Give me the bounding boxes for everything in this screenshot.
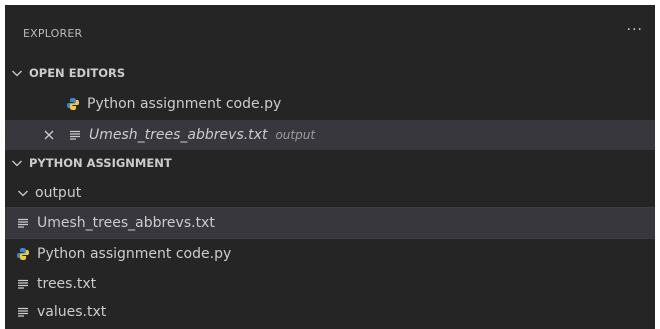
- file-item-python[interactable]: Python assignment code.py: [5, 239, 655, 269]
- folder-label: output: [35, 185, 82, 201]
- more-actions-icon[interactable]: ···: [627, 22, 643, 38]
- explorer-panel: EXPLORER ··· OPEN EDITORS Python assignm…: [5, 5, 655, 329]
- file-item-values[interactable]: values.txt: [5, 297, 655, 327]
- close-icon[interactable]: [41, 127, 57, 143]
- folder-output[interactable]: output: [5, 178, 655, 208]
- file-item-umesh[interactable]: Umesh_trees_abbrevs.txt: [5, 207, 655, 239]
- open-editor-item-python[interactable]: Python assignment code.py: [5, 89, 655, 119]
- chevron-down-icon: [9, 65, 25, 81]
- text-file-icon: [15, 215, 31, 231]
- workspace-section-header[interactable]: PYTHON ASSIGNMENT: [5, 148, 655, 178]
- text-file-icon: [15, 276, 31, 292]
- file-item-trees[interactable]: trees.txt: [5, 269, 655, 299]
- chevron-down-icon: [9, 155, 25, 171]
- open-editor-label: Python assignment code.py: [87, 96, 282, 112]
- file-label: Umesh_trees_abbrevs.txt: [37, 215, 215, 231]
- text-file-icon: [15, 304, 31, 320]
- chevron-down-icon: [15, 185, 31, 201]
- open-editor-item-umesh[interactable]: Umesh_trees_abbrevs.txt output: [5, 120, 655, 150]
- file-label: Python assignment code.py: [37, 246, 232, 262]
- open-editor-description: output: [275, 128, 316, 142]
- file-label: values.txt: [37, 304, 107, 320]
- workspace-label: PYTHON ASSIGNMENT: [29, 156, 172, 170]
- file-label: trees.txt: [37, 276, 97, 292]
- python-icon: [15, 246, 31, 262]
- open-editor-label: Umesh_trees_abbrevs.txt: [89, 127, 268, 143]
- python-icon: [65, 96, 81, 112]
- explorer-header: EXPLORER ···: [5, 19, 655, 47]
- explorer-title: EXPLORER: [23, 26, 83, 40]
- open-editors-section-header[interactable]: OPEN EDITORS: [5, 58, 655, 88]
- text-file-icon: [67, 127, 83, 143]
- open-editors-label: OPEN EDITORS: [29, 66, 126, 80]
